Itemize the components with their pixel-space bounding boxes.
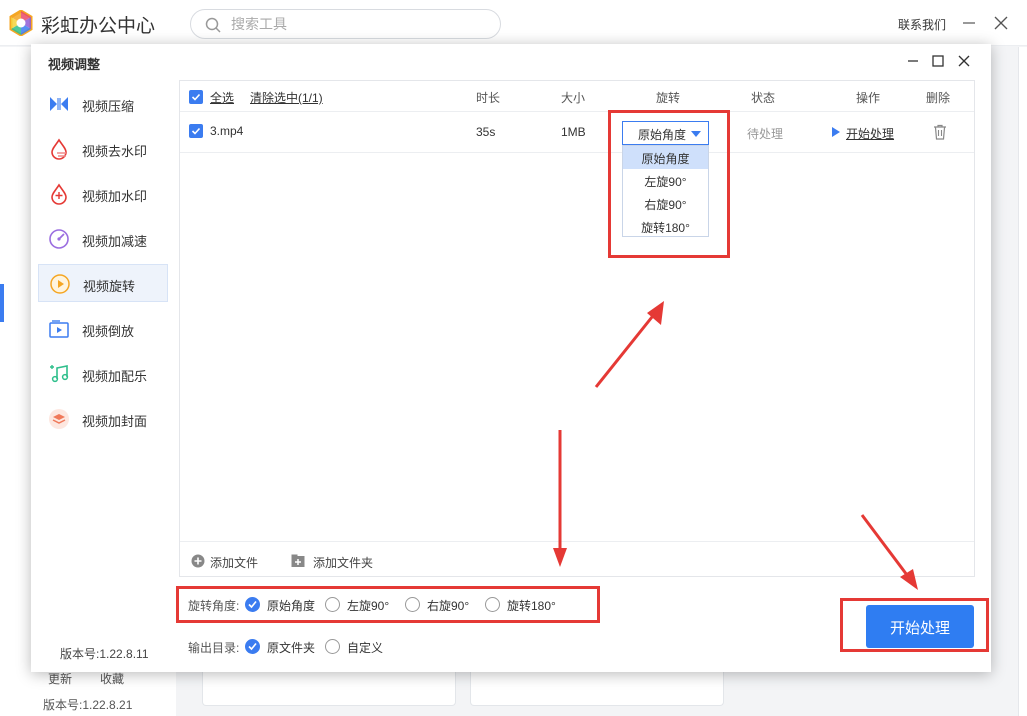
video-compress-icon xyxy=(50,97,68,111)
sidebar-item-speed[interactable]: 视频加减速 xyxy=(38,220,168,258)
sidebar-active-indicator xyxy=(0,284,4,322)
add-watermark-icon xyxy=(51,183,67,205)
radio-label: 原文件夹 xyxy=(267,641,316,655)
dialog-title: 视频调整 xyxy=(48,57,101,72)
annotation-box-rotate-options xyxy=(176,586,600,623)
sidebar-item-compress[interactable]: 视频压缩 xyxy=(38,85,168,123)
tool-card[interactable] xyxy=(470,672,724,706)
select-all-link[interactable]: 全选 xyxy=(210,89,234,106)
cover-layers-icon xyxy=(49,409,69,429)
column-rotation: 旋转 xyxy=(656,91,681,105)
file-list-panel: 全选 清除选中(1/1) 时长 大小 旋转 状态 操作 删除 3.mp4 35s… xyxy=(179,80,975,577)
sidebar-item-rotate[interactable]: 视频旋转 xyxy=(38,264,168,302)
sidebar-item-label: 视频去水印 xyxy=(82,144,148,159)
dialog-close-icon[interactable] xyxy=(957,54,971,68)
add-file-button[interactable]: 添加文件 xyxy=(210,554,258,571)
sidebar-item-label: 视频加封面 xyxy=(82,414,148,429)
radio-custom-folder[interactable] xyxy=(325,639,340,654)
radio-label: 自定义 xyxy=(347,641,384,655)
add-folder-icon[interactable] xyxy=(291,554,305,568)
sidebar-bottom-links: 更新 收藏 xyxy=(48,670,152,687)
sidebar-item-remove-watermark[interactable]: 视频去水印 xyxy=(38,130,168,168)
rainbow-logo-icon xyxy=(9,10,33,36)
music-note-icon xyxy=(50,365,69,383)
column-delete: 删除 xyxy=(926,91,951,105)
table-row[interactable]: 3.mp4 35s 1MB 待处理 开始处理 xyxy=(180,113,974,153)
start-process-link[interactable]: 开始处理 xyxy=(846,125,894,142)
sidebar-item-cover[interactable]: 视频加封面 xyxy=(38,400,168,438)
file-name: 3.mp4 xyxy=(210,124,244,138)
output-dir-label: 输出目录: xyxy=(188,641,240,655)
minimize-icon[interactable] xyxy=(962,14,976,32)
output-dir-group: 输出目录: 原文件夹 自定义 xyxy=(188,637,448,657)
app-titlebar: 彩虹办公中心 联系我们 xyxy=(0,0,1027,46)
sidebar-item-music[interactable]: 视频加配乐 xyxy=(38,355,168,393)
trash-icon[interactable] xyxy=(933,124,947,140)
search-input[interactable] xyxy=(231,14,481,34)
sidebar-item-label: 视频倒放 xyxy=(82,324,135,339)
speed-gauge-icon xyxy=(49,229,69,249)
video-adjust-dialog: 视频调整 视频压缩 视频去水印 视频加水印 视频加减速 视频旋转 视频倒放 视频… xyxy=(31,44,991,672)
dialog-version: 版本号:1.22.8.11 xyxy=(60,647,149,661)
favorites-link[interactable]: 收藏 xyxy=(100,672,124,686)
list-footer: 添加文件 添加文件夹 xyxy=(180,541,974,578)
contact-us-link[interactable]: 联系我们 xyxy=(898,16,946,33)
column-size: 大小 xyxy=(561,91,586,105)
sidebar-item-label: 视频压缩 xyxy=(82,99,135,114)
column-action: 操作 xyxy=(856,91,881,105)
file-duration: 35s xyxy=(476,125,496,139)
add-folder-button[interactable]: 添加文件夹 xyxy=(313,554,373,571)
search-icon xyxy=(205,17,221,33)
file-status: 待处理 xyxy=(747,127,784,141)
app-right-edge xyxy=(1018,47,1027,716)
column-status: 状态 xyxy=(751,91,776,105)
close-icon[interactable] xyxy=(993,14,1009,32)
row-checkbox[interactable] xyxy=(189,124,203,138)
sidebar-item-label: 视频加水印 xyxy=(82,189,148,204)
play-icon[interactable] xyxy=(832,127,840,137)
search-box[interactable] xyxy=(190,9,501,39)
app-version: 版本号:1.22.8.21 xyxy=(43,698,133,712)
rotate-icon xyxy=(50,274,70,294)
dialog-minimize-icon[interactable] xyxy=(906,54,920,68)
tool-card[interactable] xyxy=(202,672,456,706)
table-header: 全选 清除选中(1/1) 时长 大小 旋转 状态 操作 删除 xyxy=(180,81,974,112)
remove-watermark-icon xyxy=(51,138,67,160)
radio-source-folder[interactable] xyxy=(245,639,260,654)
reverse-play-icon xyxy=(49,320,69,338)
sidebar-item-label: 视频加配乐 xyxy=(82,369,148,384)
annotation-box-start-button xyxy=(840,598,989,652)
sidebar-item-label: 视频旋转 xyxy=(83,279,136,294)
file-size: 1MB xyxy=(561,125,586,139)
sidebar-item-label: 视频加减速 xyxy=(82,234,148,249)
app-title: 彩虹办公中心 xyxy=(41,16,156,37)
annotation-box-dropdown xyxy=(608,110,730,258)
sidebar-item-add-watermark[interactable]: 视频加水印 xyxy=(38,175,168,213)
update-link[interactable]: 更新 xyxy=(48,672,72,686)
select-all-checkbox[interactable] xyxy=(189,90,203,104)
dialog-maximize-icon[interactable] xyxy=(931,54,945,68)
sidebar-item-reverse[interactable]: 视频倒放 xyxy=(38,310,168,348)
add-file-icon[interactable] xyxy=(191,554,205,568)
column-duration: 时长 xyxy=(476,91,501,105)
clear-selected-link[interactable]: 清除选中(1/1) xyxy=(250,89,323,106)
